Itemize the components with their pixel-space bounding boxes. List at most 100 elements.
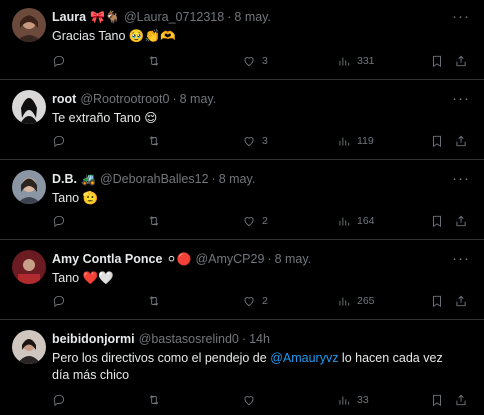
like-count: 3 <box>262 55 268 67</box>
views-button[interactable]: 33 <box>337 393 369 407</box>
tweet[interactable]: Amy Contla Ponce ⚪🔴 @AmyCP29 · 8 may. ··… <box>0 240 484 320</box>
retweet-icon <box>149 216 159 226</box>
bookmark-button[interactable] <box>430 393 444 407</box>
more-horizontal-icon[interactable]: ··· <box>452 251 470 266</box>
display-name[interactable]: Amy Contla Ponce <box>52 252 162 266</box>
views-chart-icon <box>339 297 350 306</box>
views-button[interactable]: 119 <box>337 134 374 148</box>
views-button[interactable]: 331 <box>337 54 375 68</box>
tweet-actions: 3 331 <box>52 52 472 70</box>
tweet-header: Amy Contla Ponce ⚪🔴 @AmyCP29 · 8 may. <box>52 240 472 268</box>
bookmark-icon <box>433 135 441 148</box>
share-button[interactable] <box>454 54 468 68</box>
display-name[interactable]: D.B. <box>52 172 77 186</box>
heart-icon <box>244 57 254 67</box>
avatar[interactable] <box>12 8 46 42</box>
retweet-button[interactable] <box>147 294 167 308</box>
retweet-icon <box>149 56 159 66</box>
share-button[interactable] <box>454 214 468 228</box>
view-count: 331 <box>357 55 375 67</box>
views-chart-icon <box>339 137 350 146</box>
tweet-header: beibidonjormi @bastasosrelind0 · 14h <box>52 320 472 348</box>
retweet-button[interactable] <box>147 214 167 228</box>
display-name[interactable]: root <box>52 92 76 106</box>
handle[interactable]: @Rootrootroot0 <box>80 92 169 106</box>
views-chart-icon <box>339 217 350 226</box>
tweet-text: Tano 🫡 <box>52 191 99 205</box>
tweet-text-part: Pero los directivos como el pendejo de <box>52 351 271 365</box>
heart-icon <box>244 396 254 406</box>
reply-button[interactable] <box>52 54 72 68</box>
handle[interactable]: @Laura_0712318 <box>124 10 224 24</box>
more-horizontal-icon[interactable]: ··· <box>452 9 470 24</box>
bookmark-icon <box>433 215 441 228</box>
display-name[interactable]: beibidonjormi <box>52 332 135 346</box>
reply-button[interactable] <box>52 134 72 148</box>
more-horizontal-icon[interactable]: ··· <box>452 91 470 106</box>
share-button[interactable] <box>454 294 468 308</box>
bookmark-button[interactable] <box>430 134 444 148</box>
views-button[interactable]: 265 <box>337 294 375 308</box>
bookmark-button[interactable] <box>430 214 444 228</box>
tweet-date[interactable]: 14h <box>249 332 270 346</box>
tweet-header: D.B. 🚜 @DeborahBalles12 · 8 may. <box>52 160 472 188</box>
retweet-button[interactable] <box>147 393 167 407</box>
view-count: 164 <box>357 215 375 227</box>
retweet-button[interactable] <box>147 134 167 148</box>
like-button[interactable] <box>242 393 262 407</box>
reply-button[interactable] <box>52 393 72 407</box>
share-button[interactable] <box>454 393 468 407</box>
reply-button[interactable] <box>52 294 72 308</box>
tweet-text: Gracias Tano 🥹👏🫶 <box>52 29 176 43</box>
bookmark-button[interactable] <box>430 54 444 68</box>
handle[interactable]: @AmyCP29 <box>195 252 264 266</box>
view-count: 33 <box>357 394 369 406</box>
tweet-date[interactable]: 8 may. <box>234 10 271 24</box>
like-button[interactable]: 2 <box>242 214 268 228</box>
tweet[interactable]: D.B. 🚜 @DeborahBalles12 · 8 may. ··· Tan… <box>0 160 484 240</box>
tweet-actions: 2 164 <box>52 212 472 230</box>
views-button[interactable]: 164 <box>337 214 375 228</box>
separator-dot: · <box>227 10 232 24</box>
share-button[interactable] <box>454 134 468 148</box>
avatar[interactable] <box>12 330 46 364</box>
tweet-date[interactable]: 8 may. <box>275 252 312 266</box>
like-count: 2 <box>262 295 268 307</box>
views-chart-icon <box>339 57 350 66</box>
handle[interactable]: @bastasosrelind0 <box>139 332 239 346</box>
avatar[interactable] <box>12 170 46 204</box>
avatar[interactable] <box>12 90 46 124</box>
tweet-date[interactable]: 8 may. <box>180 92 217 106</box>
tweet-actions: 3 119 <box>52 132 472 150</box>
tweet[interactable]: beibidonjormi @bastasosrelind0 · 14h Per… <box>0 320 484 414</box>
tweet-actions: 33 <box>52 391 472 409</box>
retweet-button[interactable] <box>147 54 167 68</box>
reply-icon <box>53 394 65 407</box>
tweet-date[interactable]: 8 may. <box>219 172 256 186</box>
view-count: 119 <box>357 135 374 147</box>
reply-icon <box>53 215 65 228</box>
handle[interactable]: @DeborahBalles12 <box>100 172 209 186</box>
share-icon <box>456 55 466 67</box>
name-emoji: ⚪🔴 <box>166 252 192 266</box>
like-button[interactable]: 2 <box>242 294 268 308</box>
share-icon <box>456 394 466 406</box>
more-horizontal-icon[interactable]: ··· <box>452 171 470 186</box>
like-button[interactable]: 3 <box>242 54 268 68</box>
like-button[interactable]: 3 <box>242 134 268 148</box>
reply-button[interactable] <box>52 214 72 228</box>
tweet-text: Te extraño Tano 😌 <box>52 111 158 125</box>
bookmark-button[interactable] <box>430 294 444 308</box>
views-chart-icon <box>339 396 350 405</box>
like-count: 2 <box>262 215 268 227</box>
tweet[interactable]: root @Rootrootroot0 · 8 may. ··· Te extr… <box>0 80 484 160</box>
tweet[interactable]: Laura 🎀🐐 @Laura_0712318 · 8 may. ··· Gra… <box>0 0 484 80</box>
mention-link[interactable]: @Amauryvz <box>270 351 338 365</box>
display-name[interactable]: Laura <box>52 10 86 24</box>
tweet-text: Tano ❤️🤍 <box>52 271 114 285</box>
avatar[interactable] <box>12 250 46 284</box>
view-count: 265 <box>357 295 375 307</box>
share-icon <box>456 135 466 147</box>
reply-icon <box>53 295 65 308</box>
bookmark-icon <box>433 394 441 407</box>
